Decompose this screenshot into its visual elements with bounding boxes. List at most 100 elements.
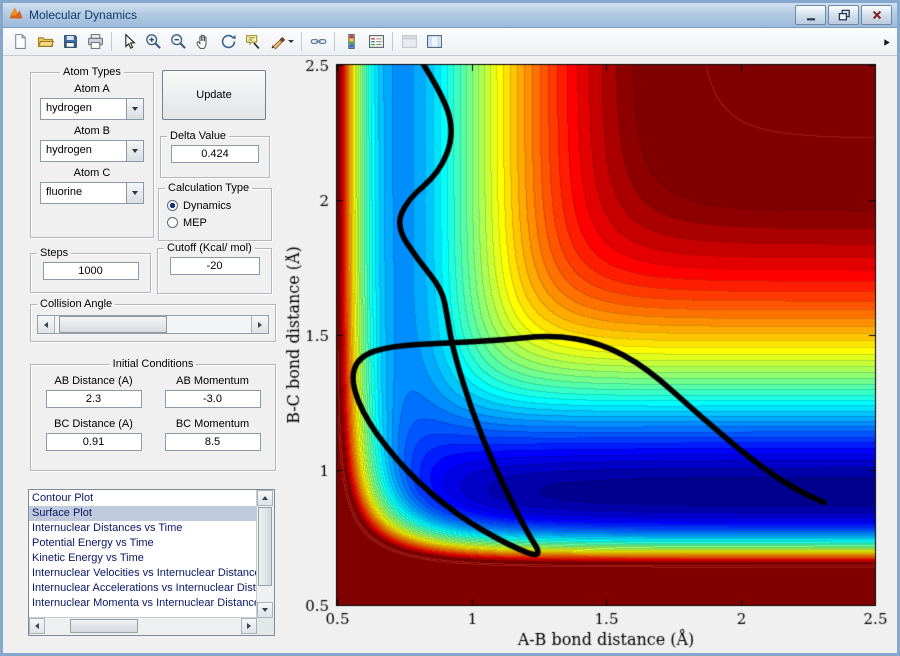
print-figure-icon [87,34,103,49]
list-item[interactable]: Kinetic Energy vs Time [29,551,257,566]
bc-distance-label: BC Distance (A) [54,418,133,430]
new-figure-button[interactable] [8,30,32,53]
bc-distance-input[interactable] [45,433,142,451]
insert-legend-icon [368,35,384,48]
calculation-type-panel: Calculation Type Dynamics MEP [158,182,272,241]
steps-title: Steps [40,247,69,259]
app-window: Molecular Dynamics Atom Types Atom A hyd… [0,0,900,656]
atom-a-select[interactable]: hydrogen [40,98,144,120]
app-icon [8,5,24,26]
zoom-out-icon [170,34,186,49]
zoom-in-button[interactable] [141,30,165,53]
list-item[interactable]: Surface Plot [29,506,257,521]
delta-value-input[interactable] [171,145,259,163]
save-figure-button[interactable] [58,30,82,53]
hide-plot-tools-button[interactable] [397,30,421,53]
plot-canvas[interactable] [285,57,897,649]
plot-type-items: Contour Plot Surface Plot Internuclear Dis… [29,490,257,618]
data-cursor-icon [245,35,259,49]
scroll-down-button[interactable] [257,602,273,618]
delta-value-panel: Delta Value [160,130,270,178]
chevron-down-icon [132,107,138,111]
collision-angle-title: Collision Angle [40,298,113,310]
cutoff-input[interactable] [169,257,260,275]
ab-distance-input[interactable] [45,390,142,408]
calculation-type-options: Dynamics MEP [159,194,271,234]
atom-c-value: fluorine [46,186,83,198]
list-item[interactable]: Contour Plot [29,491,257,506]
list-item[interactable]: Potential Energy vs Time [29,536,257,551]
slider-right-arrow[interactable] [251,316,268,333]
calculation-type-title: Calculation Type [168,182,250,194]
toolbar-separator [334,32,335,51]
arrow-right-icon [258,321,262,328]
zoom-out-button[interactable] [166,30,190,53]
scroll-left-button[interactable] [29,618,45,634]
horizontal-scrollbar[interactable] [29,617,257,635]
arrow-down-icon [262,608,268,612]
slider-left-arrow[interactable] [38,316,55,333]
vertical-scrollbar[interactable] [256,490,274,618]
atom-a-label: Atom A [74,83,110,95]
toolbar-separator [392,32,393,51]
initial-conditions-title: Initial Conditions [112,358,194,370]
list-item[interactable]: Internuclear Distances vs Time [29,521,257,536]
rotate-3d-button[interactable] [216,30,240,53]
ab-momentum-label: AB Momentum [176,375,249,387]
radio-dynamics[interactable]: Dynamics [167,197,263,214]
restore-button[interactable] [828,5,859,25]
atom-b-select[interactable]: hydrogen [40,140,144,162]
print-figure-button[interactable] [83,30,107,53]
show-plot-tools-dock-icon [426,35,442,48]
steps-input[interactable] [42,262,139,280]
slider-track[interactable] [55,316,251,333]
list-item[interactable]: Internuclear Accelerations vs Internucle… [29,581,257,596]
data-cursor-button[interactable] [241,30,265,53]
scroll-up-button[interactable] [257,490,273,506]
close-icon [872,10,881,20]
horizontal-scroll-thumb[interactable] [70,619,139,633]
insert-colorbar-button[interactable] [339,30,363,53]
ab-momentum-input[interactable] [164,390,261,408]
ab-distance-label: AB Distance (A) [54,375,133,387]
window-controls [795,5,892,25]
toolbar-overflow-arrow[interactable] [882,35,893,53]
insert-legend-button[interactable] [364,30,388,53]
chevron-down-icon [132,191,138,195]
atom-c-label: Atom C [73,167,111,179]
close-button[interactable] [861,5,892,25]
open-file-button[interactable] [33,30,57,53]
atom-types-title: Atom Types [63,66,121,78]
link-plot-button[interactable] [306,30,330,53]
atom-c-select[interactable]: fluorine [40,182,144,204]
bc-momentum-label: BC Momentum [175,418,250,430]
radio-mep[interactable]: MEP [167,214,263,231]
pan-button[interactable] [191,30,215,53]
arrow-left-icon [44,321,48,328]
steps-panel: Steps [30,247,151,293]
chevron-down-icon [132,149,138,153]
link-plot-icon [310,38,326,45]
vertical-scroll-thumb[interactable] [258,507,272,587]
scroll-right-button[interactable] [241,618,257,634]
combo-arrow-button[interactable] [126,99,143,119]
brush-data-button[interactable] [266,30,297,53]
radio-indicator-icon [167,217,178,228]
list-item[interactable]: Internuclear Momenta vs Internuclear Dis… [29,596,257,611]
list-item[interactable]: Internuclear Velocities vs Internuclear … [29,566,257,581]
combo-arrow-button[interactable] [126,141,143,161]
initial-conditions-panel: Initial Conditions AB Distance (A) AB Mo… [30,358,276,471]
edit-plot-button[interactable] [116,30,140,53]
insert-colorbar-icon [347,34,355,49]
toolbar [3,28,897,56]
show-plot-tools-dock-button[interactable] [422,30,446,53]
collision-angle-slider[interactable] [37,315,269,334]
chart-area [285,57,897,649]
slider-thumb[interactable] [58,316,167,333]
update-button[interactable]: Update [162,70,266,120]
titlebar[interactable]: Molecular Dynamics [3,3,897,28]
combo-arrow-button[interactable] [126,183,143,203]
figure-content: Atom Types Atom A hydrogen Atom B hydrog… [3,56,897,653]
bc-momentum-input[interactable] [164,433,261,451]
minimize-button[interactable] [795,5,826,25]
